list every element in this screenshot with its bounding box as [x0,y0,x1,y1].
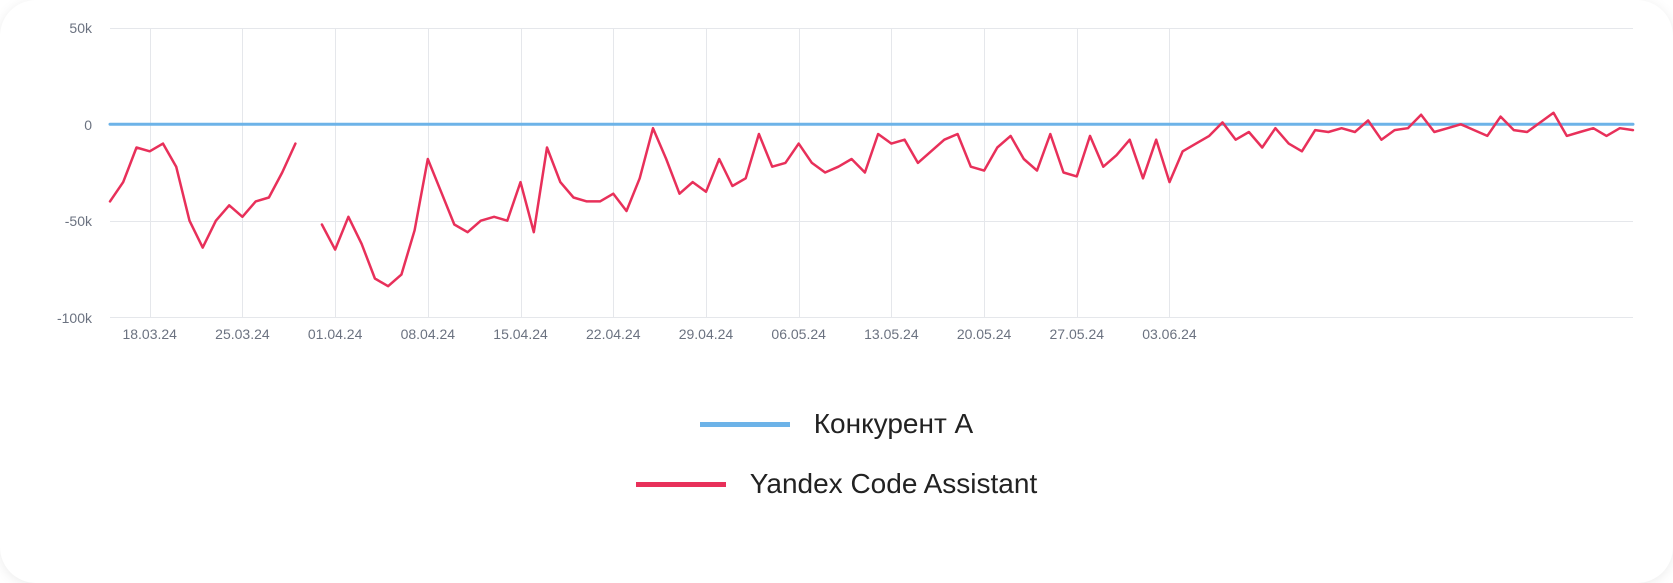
y-tick: 50k [69,20,92,36]
x-axis: 18.03.24 25.03.24 01.04.24 08.04.24 15.04.24… [110,326,1633,350]
legend-swatch [636,482,726,487]
series-line [110,113,1633,286]
chart-area: 50k 0 -50k -100k 18.03.24 25.03.24 01.04.2… [40,28,1633,358]
y-tick: -50k [65,213,92,229]
x-tick: 22.04.24 [586,326,641,342]
x-tick: 06.05.24 [771,326,826,342]
x-tick: 20.05.24 [957,326,1012,342]
chart-card: 50k 0 -50k -100k 18.03.24 25.03.24 01.04.2… [0,0,1673,583]
x-tick: 29.04.24 [679,326,734,342]
legend-item-yandex-code-assistant: Yandex Code Assistant [636,468,1037,500]
x-tick: 08.04.24 [401,326,456,342]
x-tick: 15.04.24 [493,326,548,342]
x-tick: 01.04.24 [308,326,363,342]
legend-swatch [700,422,790,427]
x-tick: 18.03.24 [122,326,177,342]
x-tick: 27.05.24 [1050,326,1105,342]
y-tick: 0 [84,117,92,133]
x-tick: 03.06.24 [1142,326,1197,342]
x-tick: 25.03.24 [215,326,270,342]
legend-label: Yandex Code Assistant [750,468,1037,500]
y-tick: -100k [57,310,92,326]
y-axis: 50k 0 -50k -100k [40,28,100,318]
legend-item-competitor-a: Конкурент A [700,408,973,440]
legend-label: Конкурент A [814,408,973,440]
legend: Конкурент A Yandex Code Assistant [40,408,1633,500]
x-tick: 13.05.24 [864,326,919,342]
plot-region [110,28,1633,318]
